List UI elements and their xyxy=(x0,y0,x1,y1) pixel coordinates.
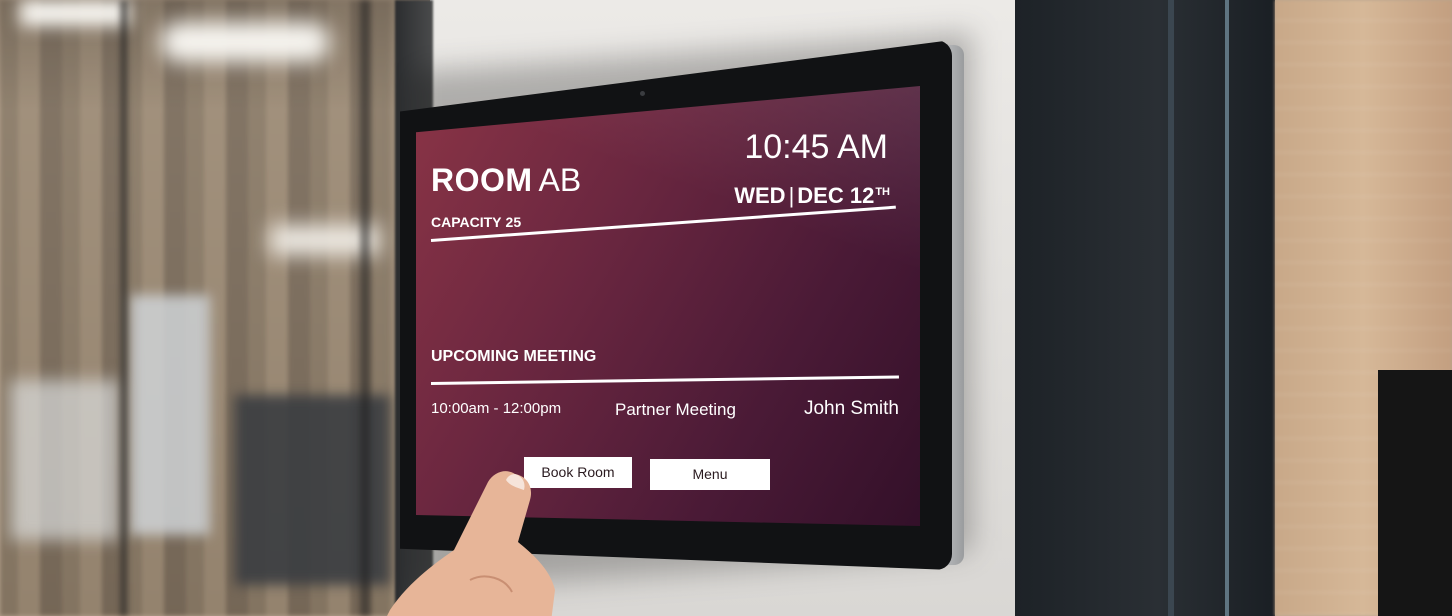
capacity-value: 25 xyxy=(505,214,522,230)
clock-date-value: DEC 12 xyxy=(797,183,875,208)
room-title: ROOM AB xyxy=(431,164,581,196)
meeting-row: 10:00am - 12:00pm Partner Meeting John S… xyxy=(431,398,899,424)
upcoming-meeting-heading: UPCOMING MEETING xyxy=(431,348,597,365)
menu-button[interactable]: Menu xyxy=(650,459,770,490)
date-suffix: TH xyxy=(875,185,890,198)
meeting-time: 10:00am - 12:00pm xyxy=(431,400,562,417)
meeting-host: John Smith xyxy=(803,398,899,419)
room-word: ROOM xyxy=(431,162,533,198)
capacity-label: CAPACITY xyxy=(431,214,502,230)
dark-monitor xyxy=(1378,370,1452,616)
clock-date: WED | DEC 12TH xyxy=(734,183,890,209)
meeting-title: Partner Meeting xyxy=(615,400,736,419)
date-separator: | xyxy=(788,183,795,208)
camera-icon xyxy=(640,91,645,96)
room-capacity: CAPACITY 25 xyxy=(431,214,521,230)
clock-day: WED xyxy=(734,183,786,208)
door-frame xyxy=(1015,0,1275,616)
clock-time: 10:45 AM xyxy=(744,128,888,166)
pointing-hand xyxy=(387,471,555,616)
photo-scene: ROOM AB CAPACITY 25 10:45 AM WED | DEC 12TH … xyxy=(0,0,1452,616)
room-id: AB xyxy=(538,162,582,198)
